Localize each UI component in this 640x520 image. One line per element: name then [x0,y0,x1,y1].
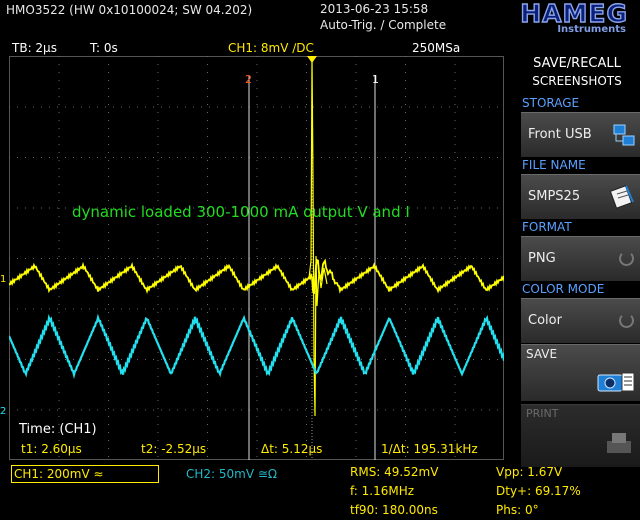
device-info: HMO3522 (HW 0x10100024; SW 04.202) [6,3,253,17]
ch2-waveform [9,313,504,380]
cursor-delta-t: Δt: 5.12µs [261,442,322,456]
cursor-inv-delta-t: 1/Δt: 195.31kHz [381,442,478,456]
storage-value: Front USB [528,127,592,142]
save-recall-menu: SAVE/RECALL SCREENSHOTS STORAGE Front US… [514,52,640,520]
ch2-setting[interactable]: CH2: 50mV ≅Ω [186,467,277,481]
cursor-2-label: 2 [245,73,252,86]
sample-rate: 250MSa [412,41,461,55]
storage-button[interactable]: Front USB [521,112,640,157]
format-value: PNG [528,251,556,266]
measure-tf90: tf90: 180.00ns [350,503,438,517]
menu-subtitle: SCREENSHOTS [532,74,622,88]
datetime: 2013-06-23 15:58 [320,2,429,16]
top-bar: HMO3522 (HW 0x10100024; SW 04.202) 2013-… [0,0,640,38]
filename-button[interactable]: SMPS25 [521,174,640,219]
timebase[interactable]: TB: 2µs [12,41,57,55]
measure-vpp: Vpp: 1.67V [496,465,563,479]
svg-text:2: 2 [0,406,6,417]
colormode-button[interactable]: Color [521,298,640,343]
svg-text:1: 1 [0,274,6,285]
format-label: FORMAT [522,220,572,234]
measure-rms: RMS: 49.52mV [350,465,439,479]
measure-phase: Phs: 0° [496,503,539,517]
measure-duty: Dty+: 69.17% [496,484,581,498]
ch1-trigger-setting[interactable]: CH1: 8mV ∕DC [228,41,314,55]
format-button[interactable]: PNG [521,236,640,281]
screen-annotation: dynamic loaded 300-1000 mA output V and … [72,203,410,221]
measure-frequency: f: 1.16MHz [350,484,415,498]
trigger-time[interactable]: T: 0s [90,41,118,55]
scope-display: 2 1 dynamic loaded 300-1000 mA output V … [9,56,504,460]
graticule-border [9,56,504,460]
ch2-ground-marker: 2 [0,406,6,417]
print-button[interactable]: PRINT [521,404,640,467]
usb-folder-icon [613,124,635,146]
rotary-knob-icon [619,313,634,328]
ch1-ground-marker: 1 [0,274,6,285]
save-button[interactable]: SAVE [521,344,640,401]
menu-title: SAVE/RECALL [533,56,621,71]
rotary-knob-icon [619,251,634,266]
storage-label: STORAGE [522,96,580,110]
filename-value: SMPS25 [528,189,581,204]
trigger-status: Auto-Trig. / Complete [320,18,447,32]
save-screenshot-icon [597,372,635,392]
cursor-t2: t2: -2.52µs [141,442,206,456]
filename-label: FILE NAME [522,158,586,172]
colormode-value: Color [528,313,562,328]
ch1-setting: CH1: 200mV ≈ [14,467,104,481]
graticule [9,56,504,460]
info-bar: TB: 2µs T: 0s CH1: 8mV ∕DC 250MSa [0,40,514,56]
save-label: SAVE [526,347,558,361]
cursor-t1: t1: 2.60µs [21,442,82,456]
print-label: PRINT [526,407,559,420]
print-icon [607,433,631,453]
hameg-logo: HAMEG Instruments [452,0,628,37]
graticule-dots [9,56,498,457]
edit-document-icon [610,185,634,209]
colormode-label: COLOR MODE [522,282,605,296]
status-bar: CH1: 200mV ≈ CH2: 50mV ≅Ω RMS: 49.52mV f… [0,462,581,520]
logo-subtext: Instruments [557,24,626,35]
measure-title: Time: (CH1) [18,422,97,437]
cursor-1-label: 1 [372,73,379,86]
